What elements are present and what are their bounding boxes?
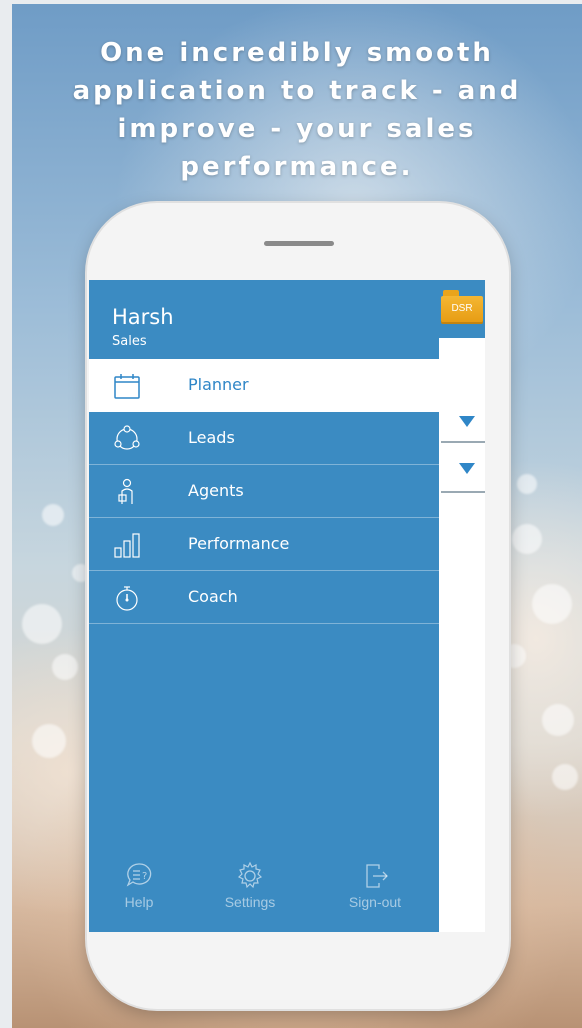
menu-item-leads[interactable]: Leads: [89, 412, 439, 465]
sign-out-label: Sign-out: [348, 894, 402, 910]
dropdown-underline: [441, 491, 485, 493]
stopwatch-icon: [116, 586, 138, 611]
svg-text:?: ?: [142, 871, 147, 882]
gear-icon: [237, 861, 263, 889]
menu-item-performance[interactable]: Performance: [89, 518, 439, 571]
dropdown-underline: [441, 441, 485, 443]
dsr-folder-button[interactable]: DSR: [441, 290, 483, 324]
headline-text: One incredibly smooth application to tra…: [72, 38, 522, 182]
settings-button[interactable]: Settings: [205, 860, 295, 916]
menu-item-planner[interactable]: Planner: [89, 359, 439, 412]
profile-name: Harsh: [112, 305, 174, 329]
calendar-icon: [114, 374, 140, 399]
help-label: Help: [124, 894, 154, 910]
profile-role: Sales: [112, 334, 147, 349]
help-button[interactable]: ? Help: [94, 860, 184, 916]
menu-label: Performance: [188, 534, 290, 553]
dsr-label: DSR: [451, 303, 473, 314]
agent-person-icon: [118, 478, 133, 504]
menu-label: Coach: [188, 587, 238, 606]
phone-speaker: [264, 241, 334, 246]
leads-network-icon: [114, 425, 140, 450]
navigation-drawer: Harsh Sales Planner Leads Agents Perform…: [89, 280, 439, 932]
dropdown-arrow-icon[interactable]: [459, 416, 475, 427]
settings-label: Settings: [224, 894, 276, 910]
menu-label: Leads: [188, 428, 235, 447]
phone-screen: DSR Harsh Sales Planner Leads Agents Per…: [89, 280, 485, 932]
sign-out-button[interactable]: Sign-out: [330, 860, 420, 916]
sign-out-icon: [366, 864, 388, 888]
dropdown-arrow-icon[interactable]: [459, 463, 475, 474]
bar-chart-icon: [114, 533, 140, 558]
menu-item-coach[interactable]: Coach: [89, 571, 439, 624]
menu-label: Planner: [188, 375, 249, 394]
menu-label: Agents: [188, 481, 244, 500]
help-chat-icon: ?: [126, 863, 152, 887]
menu-item-agents[interactable]: Agents: [89, 465, 439, 518]
